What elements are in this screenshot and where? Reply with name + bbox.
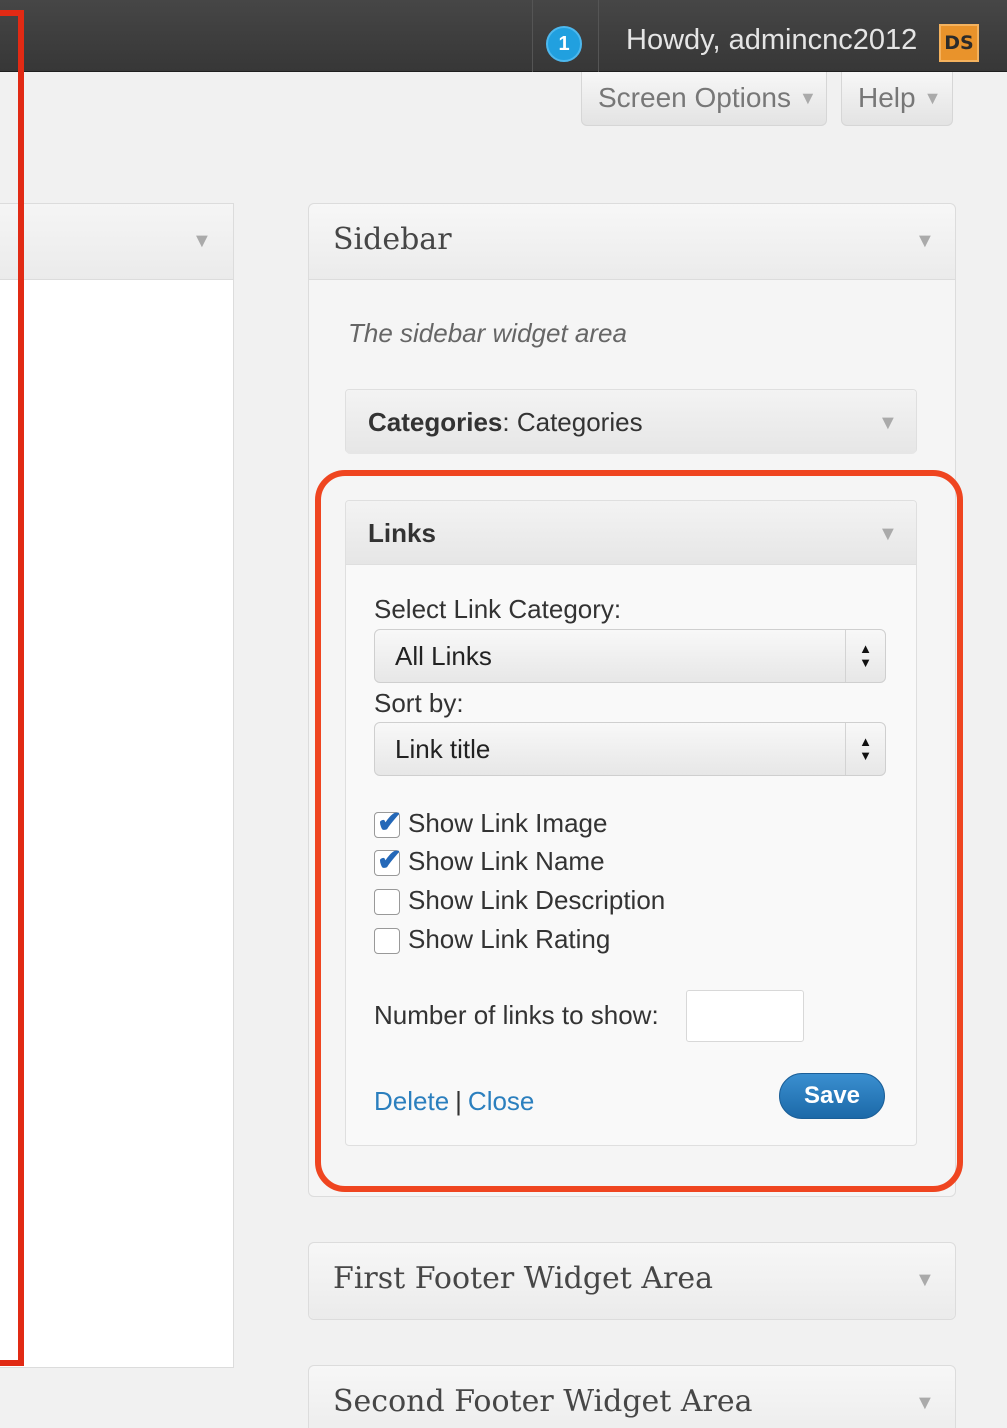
second-footer-widget-area[interactable]: Second Footer Widget Area ▼ <box>308 1365 956 1428</box>
panel-header[interactable]: ▼ <box>0 204 233 280</box>
first-footer-header[interactable]: First Footer Widget Area ▼ <box>309 1243 955 1319</box>
chevron-down-icon[interactable]: ▼ <box>192 230 212 253</box>
chevron-down-icon: ▼ <box>799 88 817 108</box>
chevron-down-icon[interactable]: ▼ <box>915 230 935 253</box>
widget-title-rest: : Categories <box>502 407 643 437</box>
avatar[interactable]: DS <box>939 24 979 62</box>
annotation-rounded-rectangle <box>315 470 963 1192</box>
notification-badge[interactable]: 1 <box>546 26 582 62</box>
screen-options-button[interactable]: Screen Options ▼ <box>581 72 827 126</box>
admin-bar-separator <box>532 0 533 72</box>
help-button[interactable]: Help ▼ <box>841 72 953 126</box>
howdy-user-menu[interactable]: Howdy, admincnc2012 <box>626 24 917 57</box>
admin-bar-separator <box>598 0 599 72</box>
annotation-rectangle <box>0 10 24 1366</box>
chevron-down-icon: ▼ <box>923 88 942 108</box>
help-label: Help <box>858 82 916 113</box>
second-footer-header[interactable]: Second Footer Widget Area ▼ <box>309 1366 955 1428</box>
admin-bar: 1 Howdy, admincnc2012 DS <box>0 0 1007 72</box>
sidebar-area-title: Sidebar <box>333 222 452 257</box>
available-widgets-panel: ▼ <box>0 203 234 1368</box>
screen-options-label: Screen Options <box>598 82 791 113</box>
widget-title-bold: Categories <box>368 407 503 437</box>
second-footer-title: Second Footer Widget Area <box>333 1384 753 1419</box>
widget-title: Categories: Categories <box>368 407 643 438</box>
sidebar-area-header[interactable]: Sidebar ▼ <box>309 204 955 280</box>
sidebar-area-description: The sidebar widget area <box>348 318 627 348</box>
widget-header[interactable]: Categories: Categories ▼ <box>346 390 916 454</box>
first-footer-widget-area[interactable]: First Footer Widget Area ▼ <box>308 1242 956 1320</box>
widget-categories[interactable]: Categories: Categories ▼ <box>345 389 917 454</box>
first-footer-title: First Footer Widget Area <box>333 1261 714 1296</box>
chevron-down-icon[interactable]: ▼ <box>915 1269 935 1292</box>
chevron-down-icon[interactable]: ▼ <box>878 412 898 435</box>
chevron-down-icon[interactable]: ▼ <box>915 1392 935 1415</box>
